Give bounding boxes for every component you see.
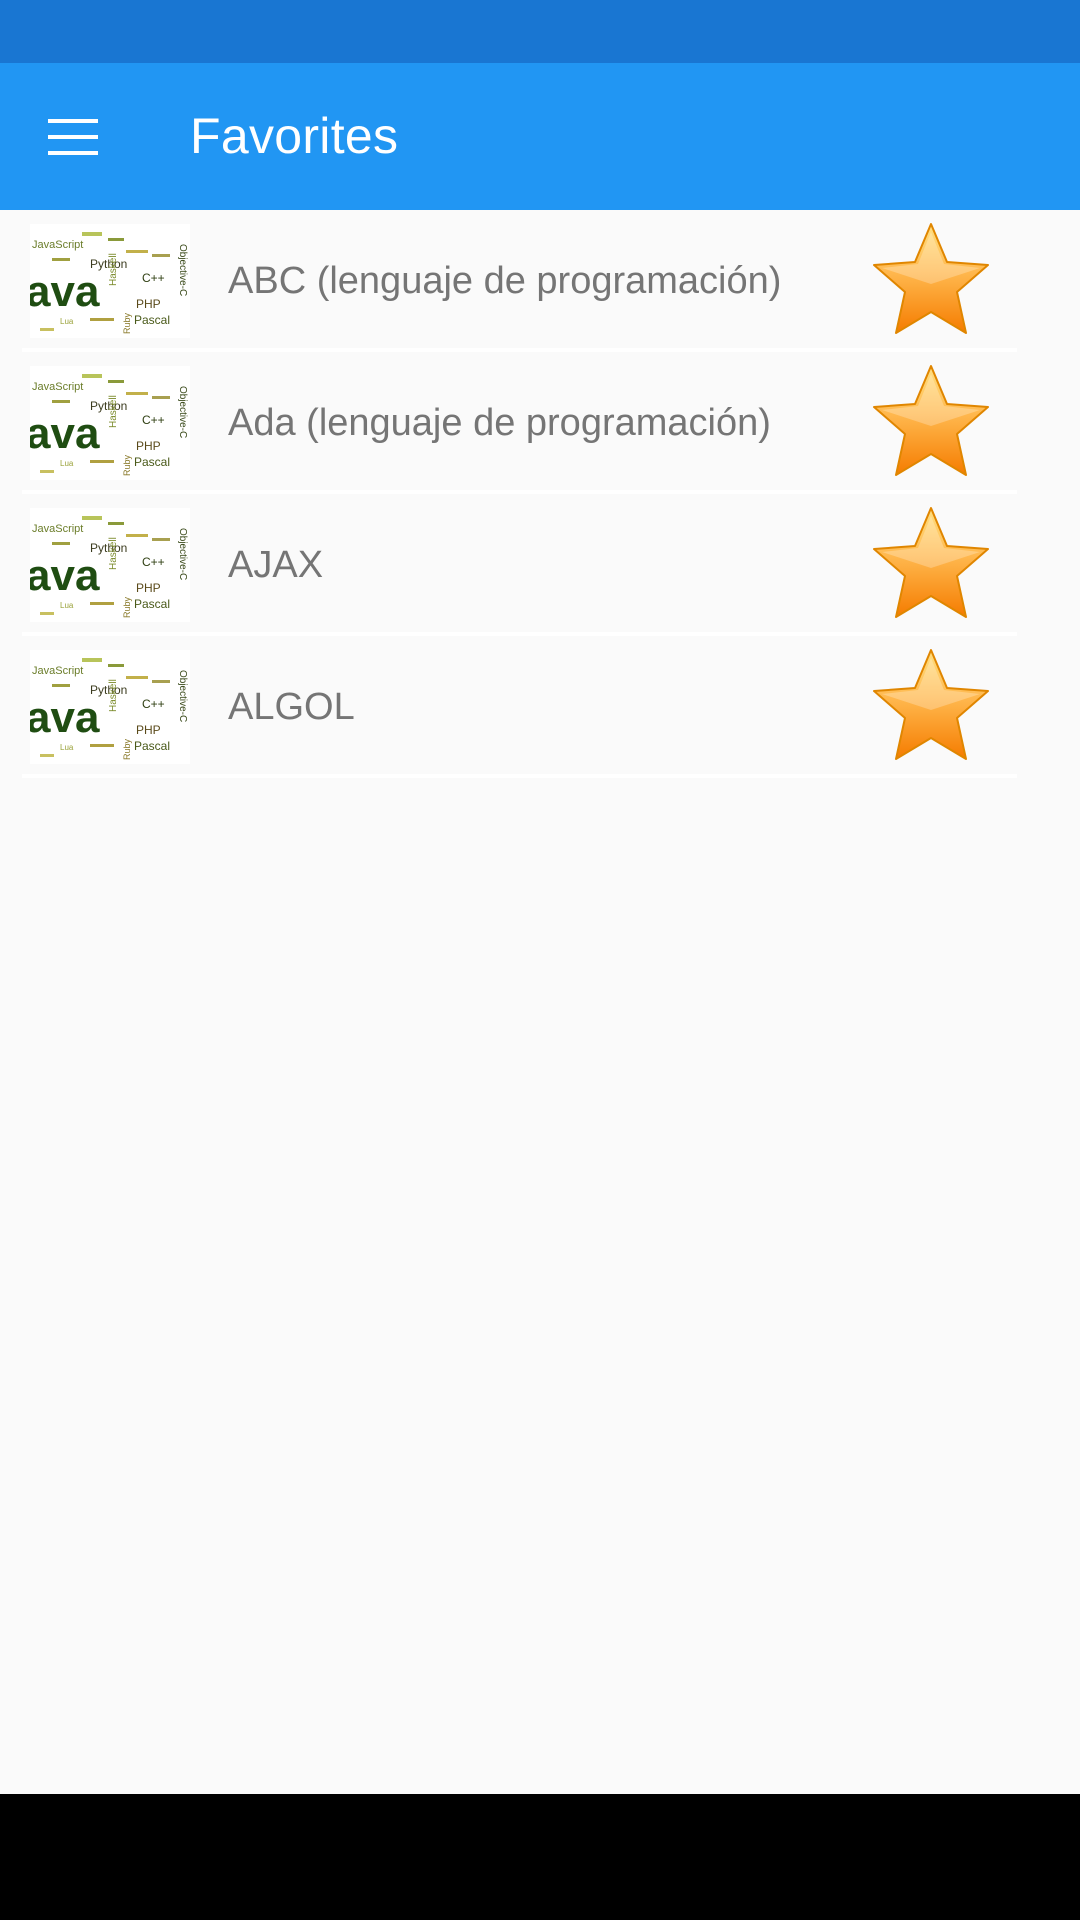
svg-text:Ruby: Ruby: [122, 738, 132, 760]
svg-text:Objective-C: Objective-C: [177, 386, 188, 438]
svg-text:Pascal: Pascal: [134, 455, 170, 469]
svg-text:JavaScript: JavaScript: [32, 523, 83, 535]
star-icon[interactable]: [868, 644, 994, 770]
svg-text:PHP: PHP: [136, 581, 161, 595]
item-label: Ada (lenguaje de programación): [228, 402, 771, 444]
favorites-list: JavaScript ava Python PHP Pascal C++ Haskell Ru…: [0, 210, 1080, 778]
svg-text:Pascal: Pascal: [134, 597, 170, 611]
svg-text:C++: C++: [142, 697, 165, 711]
svg-text:ava: ava: [30, 551, 100, 600]
svg-text:JavaScript: JavaScript: [32, 239, 83, 251]
svg-text:Haskell: Haskell: [108, 679, 119, 712]
svg-text:ava: ava: [30, 409, 100, 458]
item-label: ALGOL: [228, 686, 355, 728]
svg-text:ava: ava: [30, 693, 100, 742]
thumbnail-image: JavaScript ava Python PHP Pascal C++ Haskell Ru…: [30, 650, 190, 764]
svg-text:Haskell: Haskell: [108, 537, 119, 570]
svg-text:Pascal: Pascal: [134, 313, 170, 327]
navigation-bar: [0, 1794, 1080, 1920]
list-item[interactable]: JavaScript ava Python PHP Pascal C++ Haskell Ru…: [22, 494, 1017, 636]
hamburger-menu-icon: [48, 119, 98, 155]
svg-text:PHP: PHP: [136, 439, 161, 453]
svg-text:Ruby: Ruby: [122, 454, 132, 476]
star-icon[interactable]: [868, 502, 994, 628]
thumbnail-image: JavaScript ava Python PHP Pascal C++ Haskell Ru…: [30, 366, 190, 480]
svg-text:Pascal: Pascal: [134, 739, 170, 753]
list-item[interactable]: JavaScript ava Python PHP Pascal C++ Haskell Ru…: [22, 352, 1017, 494]
menu-button[interactable]: [30, 101, 116, 173]
svg-text:Objective-C: Objective-C: [177, 670, 188, 722]
svg-text:Objective-C: Objective-C: [177, 528, 188, 580]
svg-text:Lua: Lua: [60, 317, 74, 326]
svg-text:Ruby: Ruby: [122, 312, 132, 334]
star-icon[interactable]: [868, 218, 994, 344]
svg-text:Lua: Lua: [60, 601, 74, 610]
thumbnail-image: JavaScript ava Python PHP Pascal C++ Haskell Ru…: [30, 224, 190, 338]
svg-text:Objective-C: Objective-C: [177, 244, 188, 296]
status-bar: [0, 0, 1080, 63]
app-bar: Favorites: [0, 63, 1080, 210]
item-label: AJAX: [228, 544, 324, 586]
svg-text:Haskell: Haskell: [108, 395, 119, 428]
svg-text:Ruby: Ruby: [122, 596, 132, 618]
list-item[interactable]: JavaScript ava Python PHP Pascal C++ Haskell Ru…: [22, 210, 1017, 352]
svg-text:ava: ava: [30, 267, 100, 316]
svg-text:C++: C++: [142, 271, 165, 285]
svg-text:JavaScript: JavaScript: [32, 665, 83, 677]
svg-text:Lua: Lua: [60, 743, 74, 752]
item-label: ABC (lenguaje de programación): [228, 260, 782, 302]
star-icon[interactable]: [868, 360, 994, 486]
svg-text:PHP: PHP: [136, 297, 161, 311]
svg-text:C++: C++: [142, 413, 165, 427]
page-title: Favorites: [190, 108, 399, 164]
list-item[interactable]: JavaScript ava Python PHP Pascal C++ Haskell Ru…: [22, 636, 1017, 778]
thumbnail-image: JavaScript ava Python PHP Pascal C++ Haskell Ru…: [30, 508, 190, 622]
svg-text:C++: C++: [142, 555, 165, 569]
svg-text:Haskell: Haskell: [108, 253, 119, 286]
svg-text:Lua: Lua: [60, 459, 74, 468]
svg-text:PHP: PHP: [136, 723, 161, 737]
svg-text:JavaScript: JavaScript: [32, 381, 83, 393]
